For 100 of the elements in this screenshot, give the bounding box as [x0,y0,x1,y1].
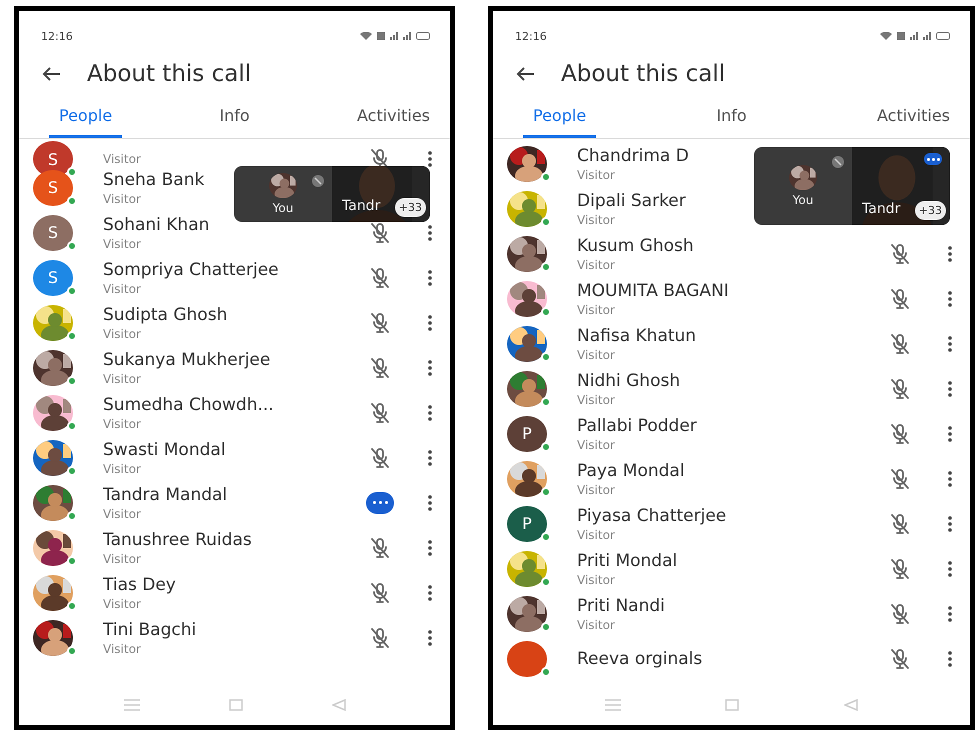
participant-role: Visitor [103,640,141,656]
wifi-icon [360,32,372,40]
data-icon [377,32,385,40]
online-dot-icon [541,666,551,676]
participant-role: Visitor [103,370,141,386]
data-icon [897,32,905,40]
participant-name: Swasti Mondal [103,438,226,460]
online-dot-icon [541,396,551,406]
participant-name: Chandrima D [577,144,689,166]
call-preview-card[interactable]: You Tandr +33 [754,147,950,225]
participant-name: Nafisa Khatun [577,324,696,346]
participant-role: Visitor [103,151,141,167]
tab[interactable]: People [49,106,122,138]
mic-off-icon [370,312,390,334]
mic-off-icon [890,468,910,490]
signal-icon [910,32,918,40]
more-options-icon[interactable] [948,560,952,576]
participant-name: Piyasa Chatterjee [577,504,726,526]
online-dot-icon [541,622,551,632]
online-dot-icon [67,330,77,340]
online-dot-icon [67,376,77,386]
call-preview-card[interactable]: You Tandr +33 [234,166,430,222]
online-dot-icon [67,466,77,476]
signal-icon [403,32,411,40]
online-dot-icon [541,352,551,362]
more-options-icon[interactable] [428,630,432,646]
page-title: About this call [561,61,726,87]
more-options-icon[interactable] [428,494,432,510]
tab[interactable]: People [523,106,596,138]
online-dot-icon [541,576,551,586]
participant-name: Kusum Ghosh [577,234,694,256]
online-dot-icon [541,306,551,316]
online-dot-icon [67,286,77,296]
signal-icon [923,32,931,40]
tab[interactable]: Activities [347,106,440,138]
back-arrow-icon[interactable] [41,66,61,82]
mic-off-icon [890,648,910,670]
more-options-icon[interactable] [428,584,432,600]
more-options-icon[interactable] [428,270,432,286]
participant-name: Sumedha Chowdh... [103,394,274,416]
tab[interactable]: Info [706,106,757,138]
more-options-icon[interactable] [948,426,952,442]
participant-name: Dipali Sarker [577,190,686,212]
tile-label: You [792,193,814,208]
battery-icon [416,32,430,40]
tile-label: Tandr [862,201,900,217]
participant-name: Priti Nandi [577,594,665,616]
participant-role: Visitor [103,596,141,612]
participant-name: Paya Mondal [577,460,685,482]
participant-name: Sukanya Mukherjee [103,348,270,370]
online-dot-icon [67,510,77,520]
more-options-icon[interactable] [948,606,952,622]
mic-off-badge-icon [312,175,324,187]
more-options-icon[interactable] [948,290,952,306]
online-dot-icon [67,167,77,177]
participant-role: Visitor [577,616,615,632]
participant-role: Visitor [577,302,615,318]
participant-name: Sompriya Chatterjee [103,258,279,280]
mic-off-icon [370,626,390,648]
mic-off-badge-icon [832,156,844,168]
mic-off-icon [370,266,390,288]
more-options-icon[interactable] [428,360,432,376]
status-time: 12:16 [515,30,547,42]
more-options-icon[interactable] [948,246,952,262]
mic-off-icon [890,602,910,624]
more-options-icon[interactable] [948,336,952,352]
participant-role: Visitor [103,326,141,342]
participant-role: Visitor [577,212,615,228]
more-options-icon[interactable] [428,314,432,330]
participant-name: Reeva orginals [577,648,702,670]
status-time: 12:16 [41,30,73,42]
online-dot-icon [67,556,77,566]
participant-role: Visitor [103,460,141,476]
participant-role: Visitor [577,572,615,588]
more-options-icon[interactable] [948,516,952,532]
more-options-icon[interactable] [948,470,952,486]
back-arrow-icon[interactable] [515,66,535,82]
mic-off-icon [890,332,910,354]
online-dot-icon [541,486,551,496]
participant-name: Tanushree Ruidas [103,528,252,550]
more-options-icon[interactable] [428,151,432,167]
online-dot-icon [541,216,551,226]
participant-role: Visitor [577,166,615,182]
wifi-icon [880,32,892,40]
more-options-icon[interactable] [428,404,432,420]
more-options-icon[interactable] [948,650,952,666]
tab[interactable]: Info [209,106,260,138]
participant-name: Tandra Mandal [103,484,228,506]
participant-name: Pallabi Podder [577,414,697,436]
mic-off-icon [890,558,910,580]
more-options-icon[interactable] [948,380,952,396]
mic-off-icon [370,356,390,378]
page-title: About this call [87,61,252,87]
more-options-icon[interactable] [428,450,432,466]
participant-name: Tias Dey [103,574,176,596]
tab[interactable]: Activities [867,106,960,138]
more-options-icon[interactable] [428,540,432,556]
avatar: S [33,170,73,206]
participant-role: Visitor [103,280,141,296]
more-options-icon[interactable] [428,224,432,240]
